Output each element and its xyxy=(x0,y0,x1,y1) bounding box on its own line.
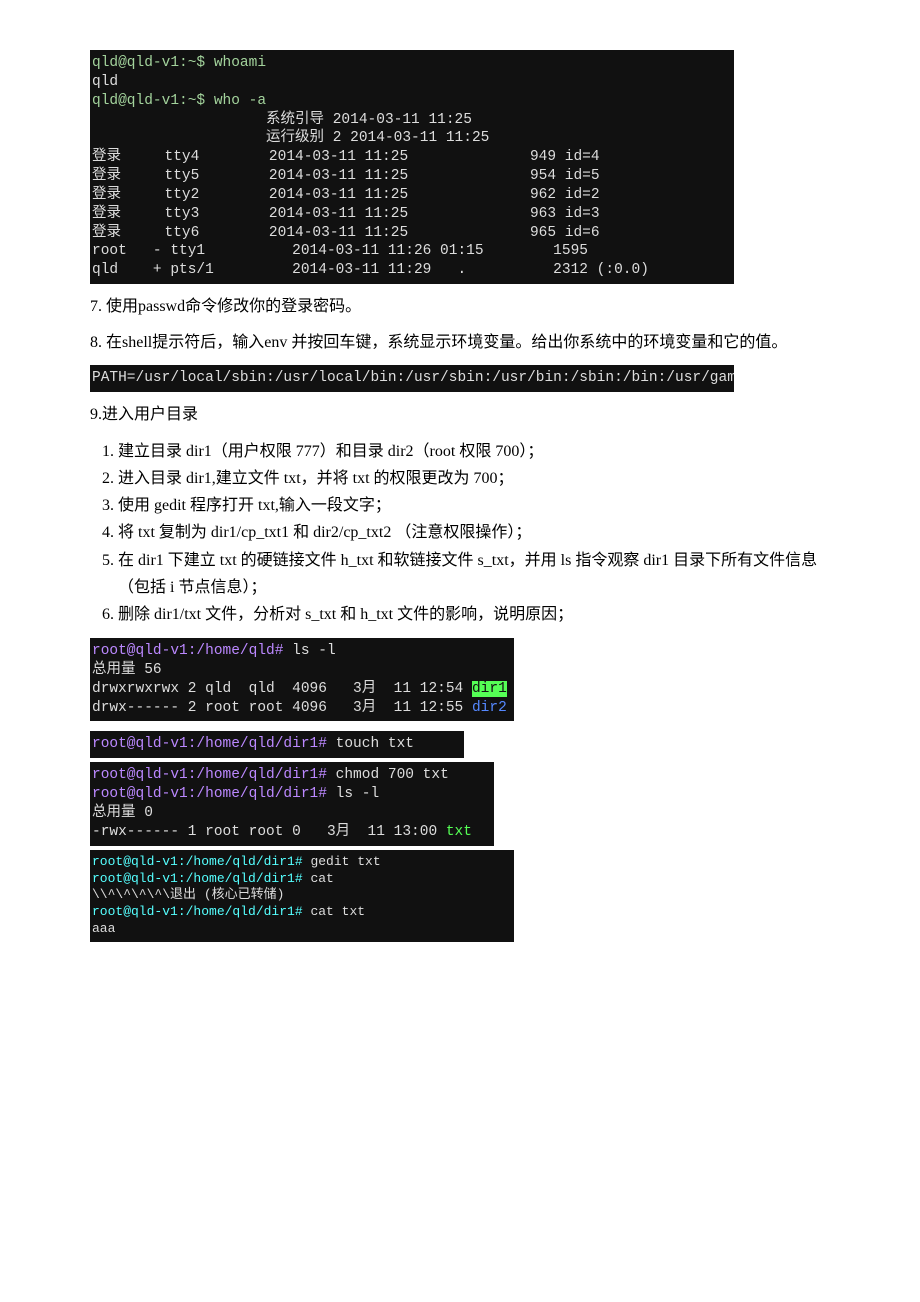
question-8: 8. 在shell提示符后，输入env 并按回车键，系统显示环境变量。给出你系统… xyxy=(90,330,830,356)
dir2-name: dir2 xyxy=(472,700,507,716)
term-line: PATH=/usr/local/sbin:/usr/local/bin:/usr… xyxy=(92,370,734,386)
term-line: drwxrwxrwx 2 qld qld 4096 3月 11 12:54 xyxy=(92,681,472,697)
term-prompt: root@qld-v1:/home/qld/dir1# xyxy=(92,736,327,752)
term-line: 登录 tty6 2014-03-11 11:25 965 id=6 xyxy=(92,225,600,241)
terminal-touch: root@qld-v1:/home/qld/dir1# touch txt xyxy=(90,731,464,758)
term-line: qld@qld-v1:~$ whoami xyxy=(92,55,266,71)
terminal-who-output: qld@qld-v1:~$ whoami qld qld@qld-v1:~$ who… xyxy=(90,50,734,284)
terminal-ls-home: root@qld-v1:/home/qld# ls -l 总用量 56 drwxrw… xyxy=(90,638,514,721)
dir1-name: dir1 xyxy=(472,681,507,697)
terminal-path-output: PATH=/usr/local/sbin:/usr/local/bin:/usr… xyxy=(90,365,734,392)
term-prompt: root@qld-v1:/home/qld/dir1# xyxy=(92,767,327,783)
term-cmd: ls -l xyxy=(327,786,379,802)
step-item: 将 txt 复制为 dir1/cp_txt1 和 dir2/cp_txt2 （注… xyxy=(118,519,830,546)
term-line: 系统引导 2014-03-11 11:25 xyxy=(92,112,472,128)
txt-name: txt xyxy=(446,824,472,840)
terminal-chmod-ls: root@qld-v1:/home/qld/dir1# chmod 700 tx… xyxy=(90,762,494,845)
step-item: 使用 gedit 程序打开 txt,输入一段文字； xyxy=(118,492,830,519)
term-cmd: ls -l xyxy=(283,643,335,659)
term-line: -rwx------ 1 root root 0 3月 11 13:00 xyxy=(92,824,446,840)
term-line: 总用量 0 xyxy=(92,805,153,821)
term-line: root - tty1 2014-03-11 11:26 01:15 1595 xyxy=(92,243,588,259)
term-cmd: touch txt xyxy=(327,736,423,752)
term-cmd: cat txt xyxy=(303,904,365,919)
step-item: 进入目录 dir1,建立文件 txt，并将 txt 的权限更改为 700； xyxy=(118,465,830,492)
term-line: 总用量 56 xyxy=(92,662,162,678)
question-7: 7. 使用passwd命令修改你的登录密码。 xyxy=(90,294,830,320)
term-line: qld@qld-v1:~$ who -a xyxy=(92,93,266,109)
term-line: aaa xyxy=(92,921,115,936)
term-cmd: cat xyxy=(303,871,334,886)
step-item: 在 dir1 下建立 txt 的硬链接文件 h_txt 和软链接文件 s_txt… xyxy=(118,547,830,601)
terminal-gedit-cat: root@qld-v1:/home/qld/dir1# gedit txtroo… xyxy=(90,850,514,942)
term-prompt: root@qld-v1:/home/qld/dir1# xyxy=(92,904,303,919)
term-line: \\^\^\^\^\退出 (核心已转储) xyxy=(92,887,284,902)
question-9-steps: 建立目录 dir1（用户权限 777）和目录 dir2（root 权限 700）… xyxy=(90,438,830,628)
term-line: 登录 tty5 2014-03-11 11:25 954 id=5 xyxy=(92,168,600,184)
term-prompt: root@qld-v1:/home/qld/dir1# xyxy=(92,786,327,802)
step-item: 删除 dir1/txt 文件，分析对 s_txt 和 h_txt 文件的影响，说… xyxy=(118,601,830,628)
question-9-heading: 9.进入用户目录 xyxy=(90,402,830,428)
term-line: 运行级别 2 2014-03-11 11:25 xyxy=(92,130,489,146)
term-prompt: root@qld-v1:/home/qld/dir1# xyxy=(92,854,303,869)
term-line: 登录 tty3 2014-03-11 11:25 963 id=3 xyxy=(92,206,600,222)
term-cmd: gedit txt xyxy=(303,854,381,869)
step-item: 建立目录 dir1（用户权限 777）和目录 dir2（root 权限 700）… xyxy=(118,438,830,465)
term-line: 登录 tty4 2014-03-11 11:25 949 id=4 xyxy=(92,149,600,165)
term-prompt: root@qld-v1:/home/qld/dir1# xyxy=(92,871,303,886)
term-line: 登录 tty2 2014-03-11 11:25 962 id=2 xyxy=(92,187,600,203)
term-line: qld xyxy=(92,74,118,90)
term-prompt: root@qld-v1:/home/qld# xyxy=(92,643,283,659)
term-line: drwx------ 2 root root 4096 3月 11 12:55 xyxy=(92,700,472,716)
term-cmd: chmod 700 txt xyxy=(327,767,449,783)
term-line: qld + pts/1 2014-03-11 11:29 . 2312 (:0.… xyxy=(92,262,649,278)
